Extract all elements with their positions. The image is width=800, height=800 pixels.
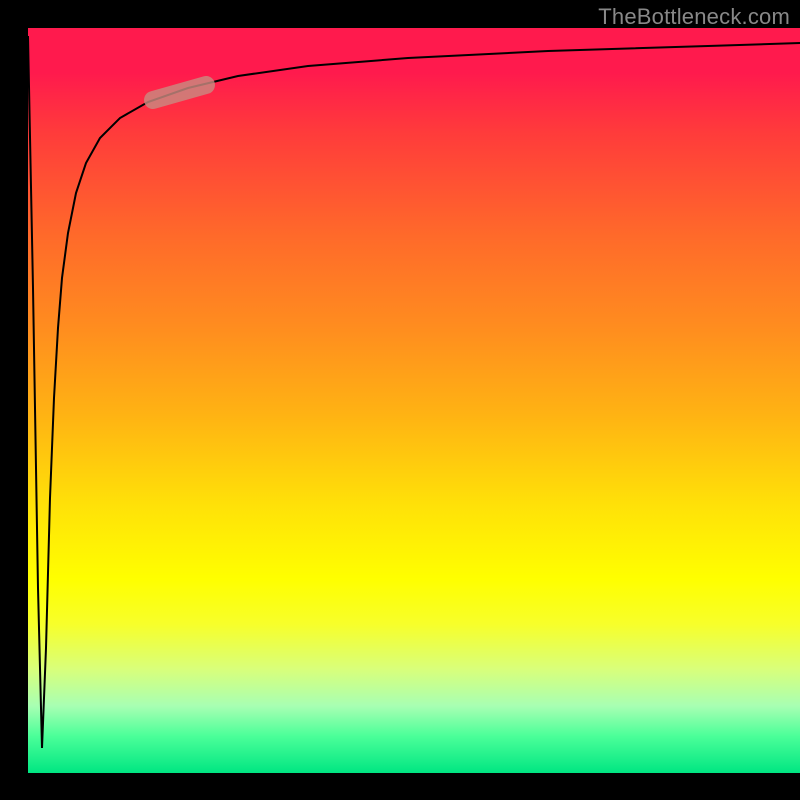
chart-svg	[28, 28, 800, 773]
watermark-text: TheBottleneck.com	[598, 4, 790, 30]
chart-plot-area	[28, 28, 800, 773]
highlight-segment	[153, 85, 206, 100]
bottleneck-curve-line	[28, 36, 800, 748]
